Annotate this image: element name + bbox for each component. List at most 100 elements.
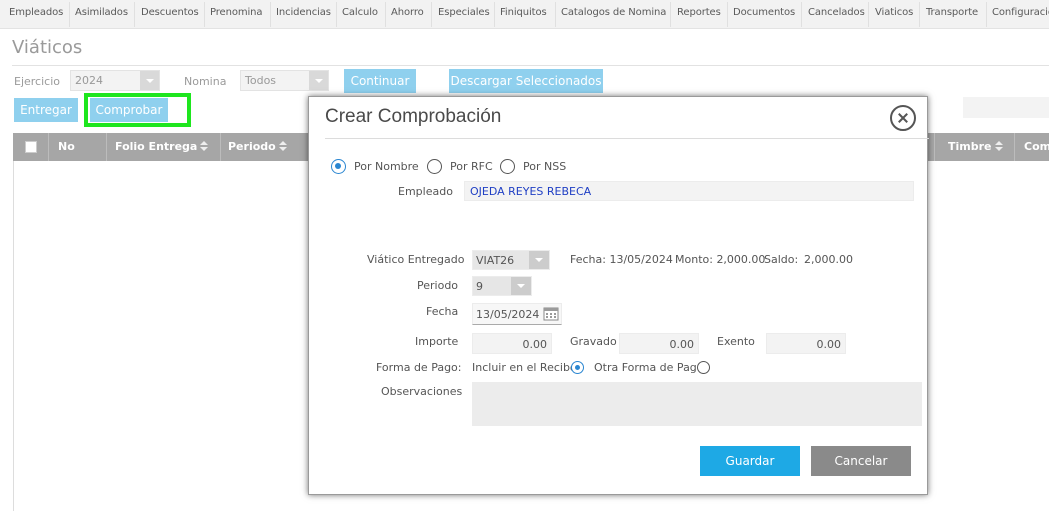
chevron-down-icon [511, 277, 531, 295]
sort-icon [278, 141, 287, 151]
nav-separator [204, 2, 205, 27]
por-nombre-radio[interactable] [331, 159, 346, 174]
incluir-recibo-radio[interactable] [571, 361, 584, 374]
forma-de-pago-label: Forma de Pago: [376, 361, 462, 374]
viatico-select[interactable]: VIAT26 [472, 250, 550, 270]
nav-separator [986, 2, 987, 27]
column-header-timbre[interactable]: Timbre [948, 140, 1003, 153]
comprobar-highlight [84, 93, 191, 127]
exento-value: 0.00 [816, 338, 842, 351]
observaciones-label: Observaciones [381, 385, 463, 398]
select-all-checkbox[interactable] [25, 141, 37, 153]
column-separator [48, 133, 49, 161]
calendar-icon[interactable] [543, 306, 559, 321]
sort-icon [200, 141, 209, 151]
importe-value: 0.00 [522, 338, 548, 351]
nav-item-catalogos[interactable]: Catalogos de Nomina [561, 7, 666, 18]
nav-separator [134, 2, 135, 27]
nav-item-transporte[interactable]: Transporte [926, 7, 978, 18]
por-nss-radio[interactable] [500, 159, 515, 174]
ejercicio-value: 2024 [75, 74, 103, 87]
nav-separator [270, 2, 271, 27]
saldo-value: 2,000.00 [804, 253, 853, 266]
fecha-label: Fecha [426, 305, 459, 318]
nav-item-incidencias[interactable]: Incidencias [276, 7, 331, 18]
close-icon[interactable] [890, 105, 916, 131]
nav-separator [801, 2, 802, 27]
search-input[interactable] [963, 97, 1049, 118]
chevron-down-icon [529, 251, 549, 269]
table-body-border [13, 161, 14, 511]
column-header-periodo[interactable]: Periodo [228, 140, 287, 153]
continuar-button[interactable]: Continuar [344, 69, 416, 93]
nomina-label: Nomina [184, 75, 227, 88]
column-separator [106, 133, 107, 161]
descargar-seleccionados-button[interactable]: Descargar Seleccionados [449, 69, 603, 93]
column-header-label: Timbre [948, 140, 992, 153]
por-nss-label: Por NSS [523, 160, 567, 173]
nav-item-configuracion[interactable]: Configuracio [992, 7, 1049, 18]
incluir-recibo-label: Incluir en el Recibo [472, 361, 577, 374]
por-nombre-label: Por Nombre [354, 160, 419, 173]
nav-item-viaticos[interactable]: Viaticos [875, 7, 913, 18]
nav-separator [385, 2, 386, 27]
periodo-select[interactable]: 9 [472, 276, 532, 296]
fecha-value: 13/05/2024 [476, 308, 540, 321]
nav-item-calculo[interactable]: Calculo [342, 7, 378, 18]
observaciones-textarea[interactable] [472, 382, 922, 426]
viatico-value: VIAT26 [476, 254, 515, 267]
importe-field[interactable]: 0.00 [472, 333, 552, 354]
page-title: Viáticos [12, 37, 83, 58]
chevron-down-icon [140, 71, 159, 90]
top-nav: Empleados Asimilados Descuentos Prenomin… [0, 0, 1049, 29]
nav-item-finiquitos[interactable]: Finiquitos [500, 7, 547, 18]
nav-separator [555, 2, 556, 27]
por-rfc-radio[interactable] [427, 159, 442, 174]
nav-separator [919, 2, 920, 27]
nav-separator [670, 2, 671, 27]
gravado-field[interactable]: 0.00 [619, 333, 699, 354]
nav-separator [69, 2, 70, 27]
ejercicio-select[interactable]: 2024 [70, 70, 160, 91]
column-header-folio-entrega[interactable]: Folio Entrega [115, 140, 209, 153]
nav-separator [494, 2, 495, 27]
nav-item-ahorro[interactable]: Ahorro [391, 7, 424, 18]
column-separator [934, 133, 935, 161]
nav-item-cancelados[interactable]: Cancelados [808, 7, 865, 18]
monto-info: Monto: 2,000.00 [675, 253, 766, 266]
nomina-select[interactable]: Todos [240, 70, 329, 91]
nav-item-asimilados[interactable]: Asimilados [75, 7, 128, 18]
importe-label: Importe [415, 335, 459, 348]
nav-item-especiales[interactable]: Especiales [438, 7, 490, 18]
exento-field[interactable]: 0.00 [766, 333, 846, 354]
column-header-label: Periodo [228, 140, 276, 153]
nav-separator [727, 2, 728, 27]
nav-item-empleados[interactable]: Empleados [9, 7, 63, 18]
empleado-field[interactable]: OJEDA REYES REBECA [464, 181, 914, 201]
gravado-value: 0.00 [669, 338, 695, 351]
saldo-label: Saldo: [764, 253, 799, 266]
nav-item-reportes[interactable]: Reportes [677, 7, 721, 18]
otra-forma-label: Otra Forma de Pago [594, 361, 704, 374]
periodo-label: Periodo [417, 279, 459, 292]
ejercicio-label: Ejercicio [14, 75, 60, 88]
dialog-title: Crear Comprobación [325, 106, 502, 127]
column-header-no[interactable]: No [58, 140, 75, 153]
cancelar-button[interactable]: Cancelar [811, 446, 911, 476]
empleado-value: OJEDA REYES REBECA [470, 185, 592, 198]
entregar-button[interactable]: Entregar [14, 98, 78, 122]
otra-forma-radio[interactable] [697, 361, 710, 374]
column-header-com[interactable]: Com [1024, 140, 1049, 153]
nav-item-descuentos[interactable]: Descuentos [141, 7, 199, 18]
column-separator [1014, 133, 1015, 161]
dialog-divider [325, 138, 929, 139]
nav-item-prenomina[interactable]: Prenomina [210, 7, 263, 18]
nav-separator [868, 2, 869, 27]
fecha-field[interactable]: 13/05/2024 [472, 303, 562, 325]
column-header-label: Folio Entrega [115, 140, 198, 153]
por-rfc-label: Por RFC [450, 160, 493, 173]
guardar-button[interactable]: Guardar [700, 446, 800, 476]
periodo-value: 9 [476, 280, 483, 293]
sort-icon [994, 141, 1003, 151]
nav-item-documentos[interactable]: Documentos [733, 7, 795, 18]
